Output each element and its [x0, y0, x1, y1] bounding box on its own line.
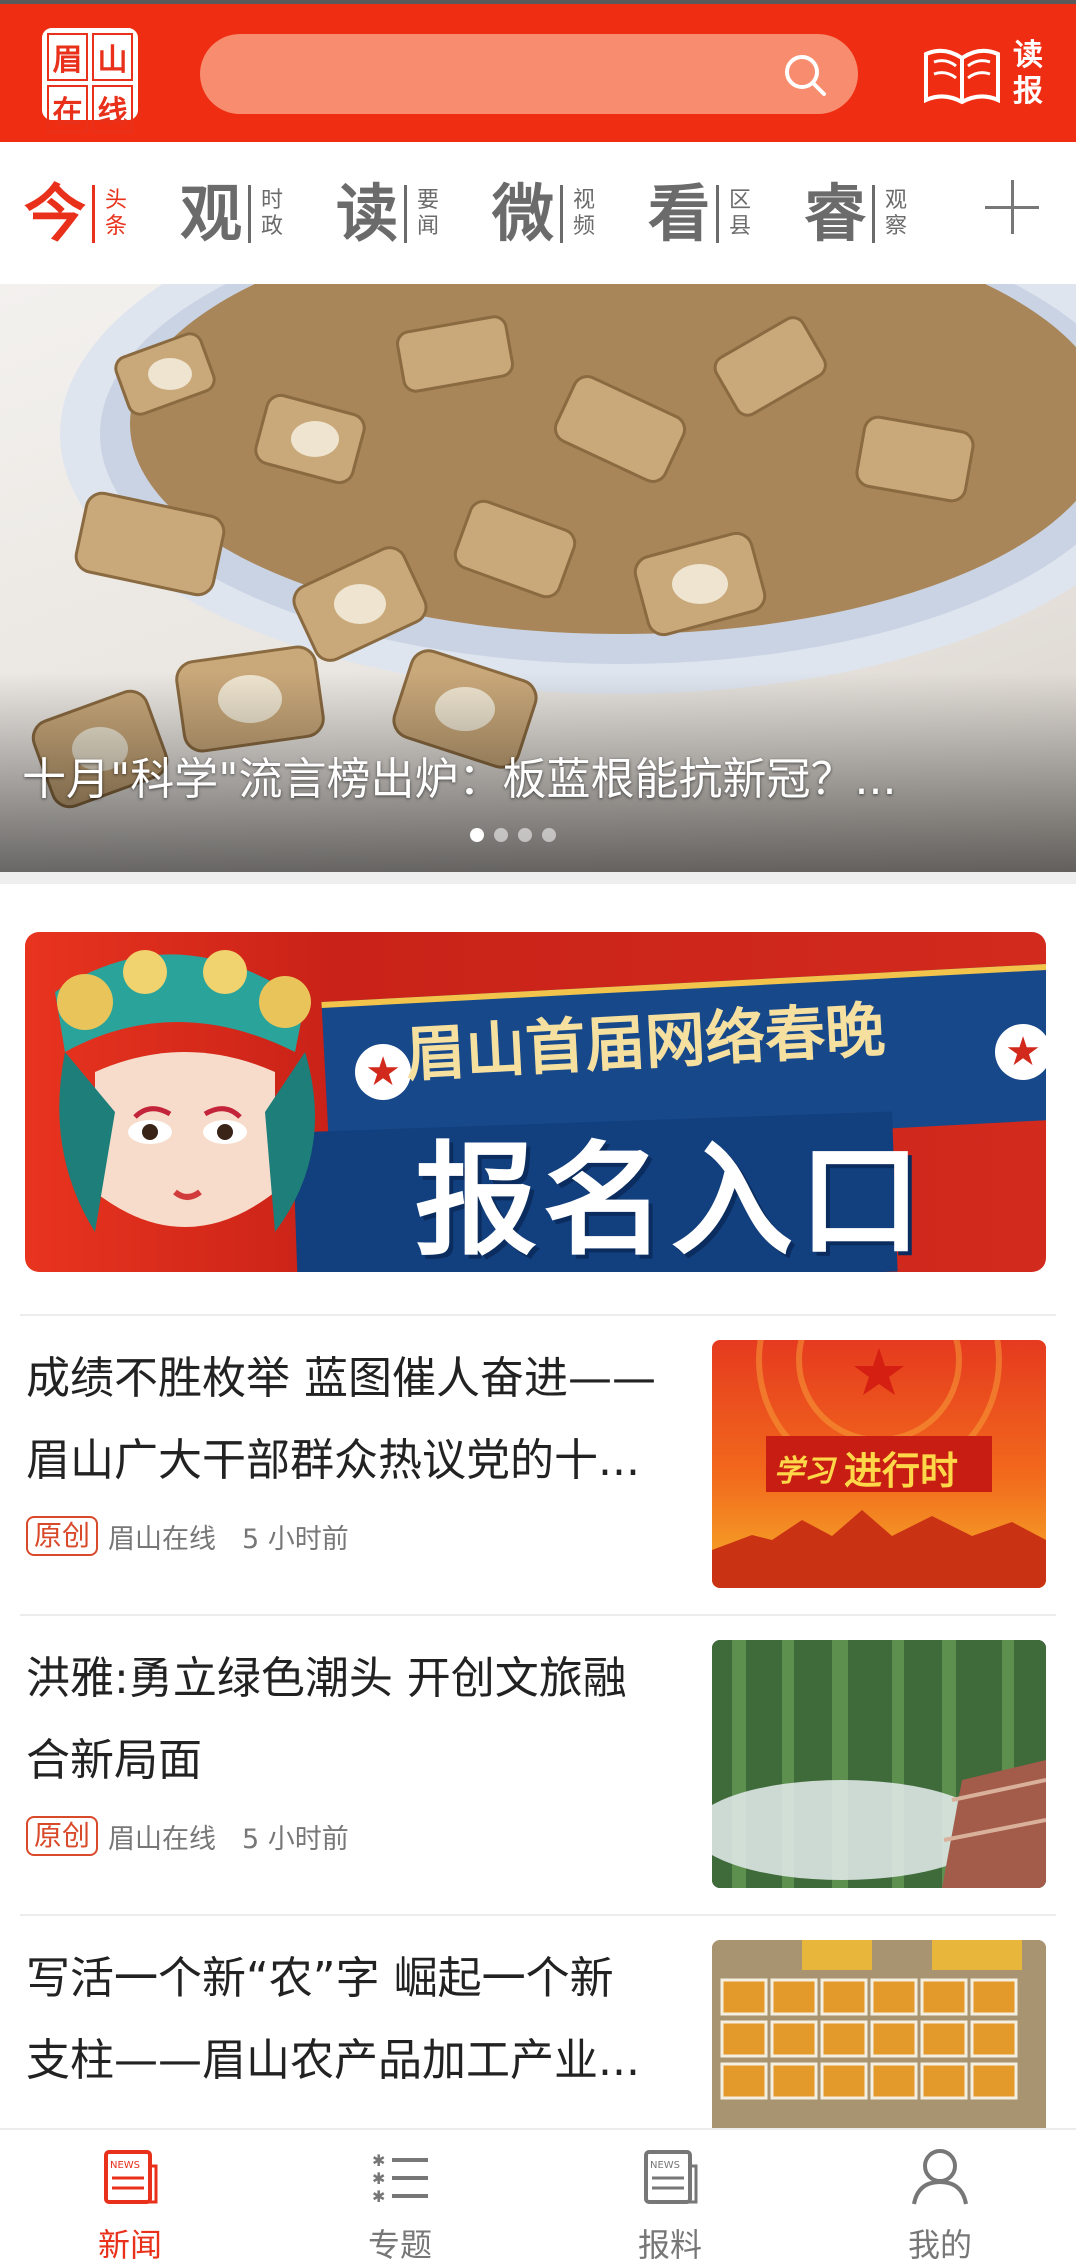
slider-dot[interactable]	[518, 828, 532, 842]
original-badge: 原创	[26, 1816, 99, 1856]
tab-label: 报料	[637, 2226, 702, 2264]
produce-crates-image	[712, 1940, 1046, 2128]
list-icon: ✱ ✱ ✱	[372, 2151, 428, 2206]
news-time: 5 小时前	[242, 1523, 349, 1555]
tab-channel-4[interactable]: 看 区县	[648, 174, 753, 254]
slider-dot[interactable]	[494, 828, 508, 842]
news-icon: NEWS	[104, 2150, 158, 2204]
hero-title[interactable]: 十月"科学"流言榜出炉：板蓝根能抗新冠？...	[22, 752, 1052, 808]
logo-char: 线	[92, 85, 133, 133]
tab-news[interactable]: NEWS 新闻	[50, 2138, 210, 2264]
tab-channel-3[interactable]: 微 视频	[492, 174, 597, 254]
news-source: 眉山在线	[108, 1523, 217, 1555]
news-thumbnail[interactable]	[712, 1640, 1046, 1888]
report-icon: NEWS	[644, 2150, 698, 2204]
tab-channel-2[interactable]: 读 要闻	[336, 174, 441, 254]
thumb-label: 学习 进行时	[774, 1449, 959, 1493]
hero-slider[interactable]: 十月"科学"流言榜出炉：板蓝根能抗新冠？...	[0, 284, 1076, 872]
open-book-icon	[924, 48, 1000, 105]
news-title[interactable]: 成绩不胜枚举 蓝图催人奋进—— 眉山广大干部群众热议党的十...	[26, 1338, 696, 1502]
news-meta: 原创 眉山在线 5 小时前	[26, 1816, 349, 1856]
list-divider	[20, 1314, 1056, 1316]
slider-dot[interactable]	[542, 828, 556, 842]
app-logo[interactable]: 眉 山 在 线	[42, 28, 138, 133]
section-divider	[0, 872, 1076, 884]
tab-me[interactable]: 我的	[860, 2138, 1020, 2264]
add-channel-icon[interactable]	[985, 180, 1039, 234]
svg-text:✱: ✱	[372, 2187, 385, 2206]
svg-text:NEWS: NEWS	[110, 2160, 140, 2171]
read-paper-label: 读 报	[1013, 38, 1043, 109]
star-icon: ★	[995, 1024, 1046, 1080]
tab-channel-0[interactable]: 今 头条	[24, 174, 129, 254]
news-thumbnail[interactable]: 学习 进行时	[712, 1340, 1046, 1588]
read-paper-button[interactable]: 读 报	[920, 34, 1050, 114]
top-header: 眉 山 在 线 读 报	[0, 0, 1076, 142]
bottom-tab-bar: NEWS 新闻 ✱ ✱ ✱ 专题 NEWS 报料 我的	[0, 2128, 1076, 2265]
news-time: 5 小时前	[242, 1823, 349, 1855]
opera-figure-illustration	[55, 950, 315, 1232]
promo-banner[interactable]: ★ ★ 眉山首届网络春晚 报名入口	[25, 932, 1046, 1272]
banner-cta: 报名入口	[415, 1130, 927, 1272]
svg-text:NEWS: NEWS	[650, 2160, 680, 2171]
tab-label: 我的	[907, 2226, 972, 2264]
original-badge: 原创	[26, 1516, 99, 1556]
svg-text:✱: ✱	[372, 2169, 385, 2188]
tab-topics[interactable]: ✱ ✱ ✱ 专题	[320, 2138, 480, 2264]
slider-dot[interactable]	[470, 828, 484, 842]
user-icon	[912, 2149, 968, 2205]
slider-pagination	[470, 828, 556, 842]
star-icon: ★	[355, 1044, 411, 1100]
list-divider	[20, 1614, 1056, 1616]
logo-char: 在	[47, 85, 88, 133]
search-input[interactable]	[200, 34, 858, 114]
news-source: 眉山在线	[108, 1823, 217, 1855]
list-divider	[20, 1914, 1056, 1916]
news-title[interactable]: 写活一个新“农”字 崛起一个新 支柱——眉山农产品加工产业...	[26, 1938, 696, 2102]
news-title[interactable]: 洪雅:勇立绿色潮头 开创文旅融 合新局面	[26, 1638, 696, 1802]
tab-channel-5[interactable]: 睿 观察	[804, 174, 909, 254]
forest-image	[712, 1640, 1046, 1888]
news-thumbnail[interactable]	[712, 1940, 1046, 2128]
tab-label: 新闻	[97, 2226, 162, 2264]
logo-char: 山	[92, 33, 133, 81]
news-item[interactable]: 成绩不胜枚举 蓝图催人奋进—— 眉山广大干部群众热议党的十... 原创 眉山在线…	[0, 1318, 1076, 1616]
news-item[interactable]: 洪雅:勇立绿色潮头 开创文旅融 合新局面 原创 眉山在线 5 小时前	[0, 1618, 1076, 1916]
news-item[interactable]: 写活一个新“农”字 崛起一个新 支柱——眉山农产品加工产业...	[0, 1918, 1076, 2128]
tab-channel-1[interactable]: 观 时政	[180, 174, 285, 254]
search-icon[interactable]	[782, 52, 828, 98]
tab-report[interactable]: NEWS 报料	[590, 2138, 750, 2264]
svg-text:✱: ✱	[372, 2151, 385, 2170]
news-meta: 原创 眉山在线 5 小时前	[26, 1516, 349, 1556]
tab-label: 专题	[367, 2226, 432, 2264]
logo-char: 眉	[47, 33, 88, 81]
